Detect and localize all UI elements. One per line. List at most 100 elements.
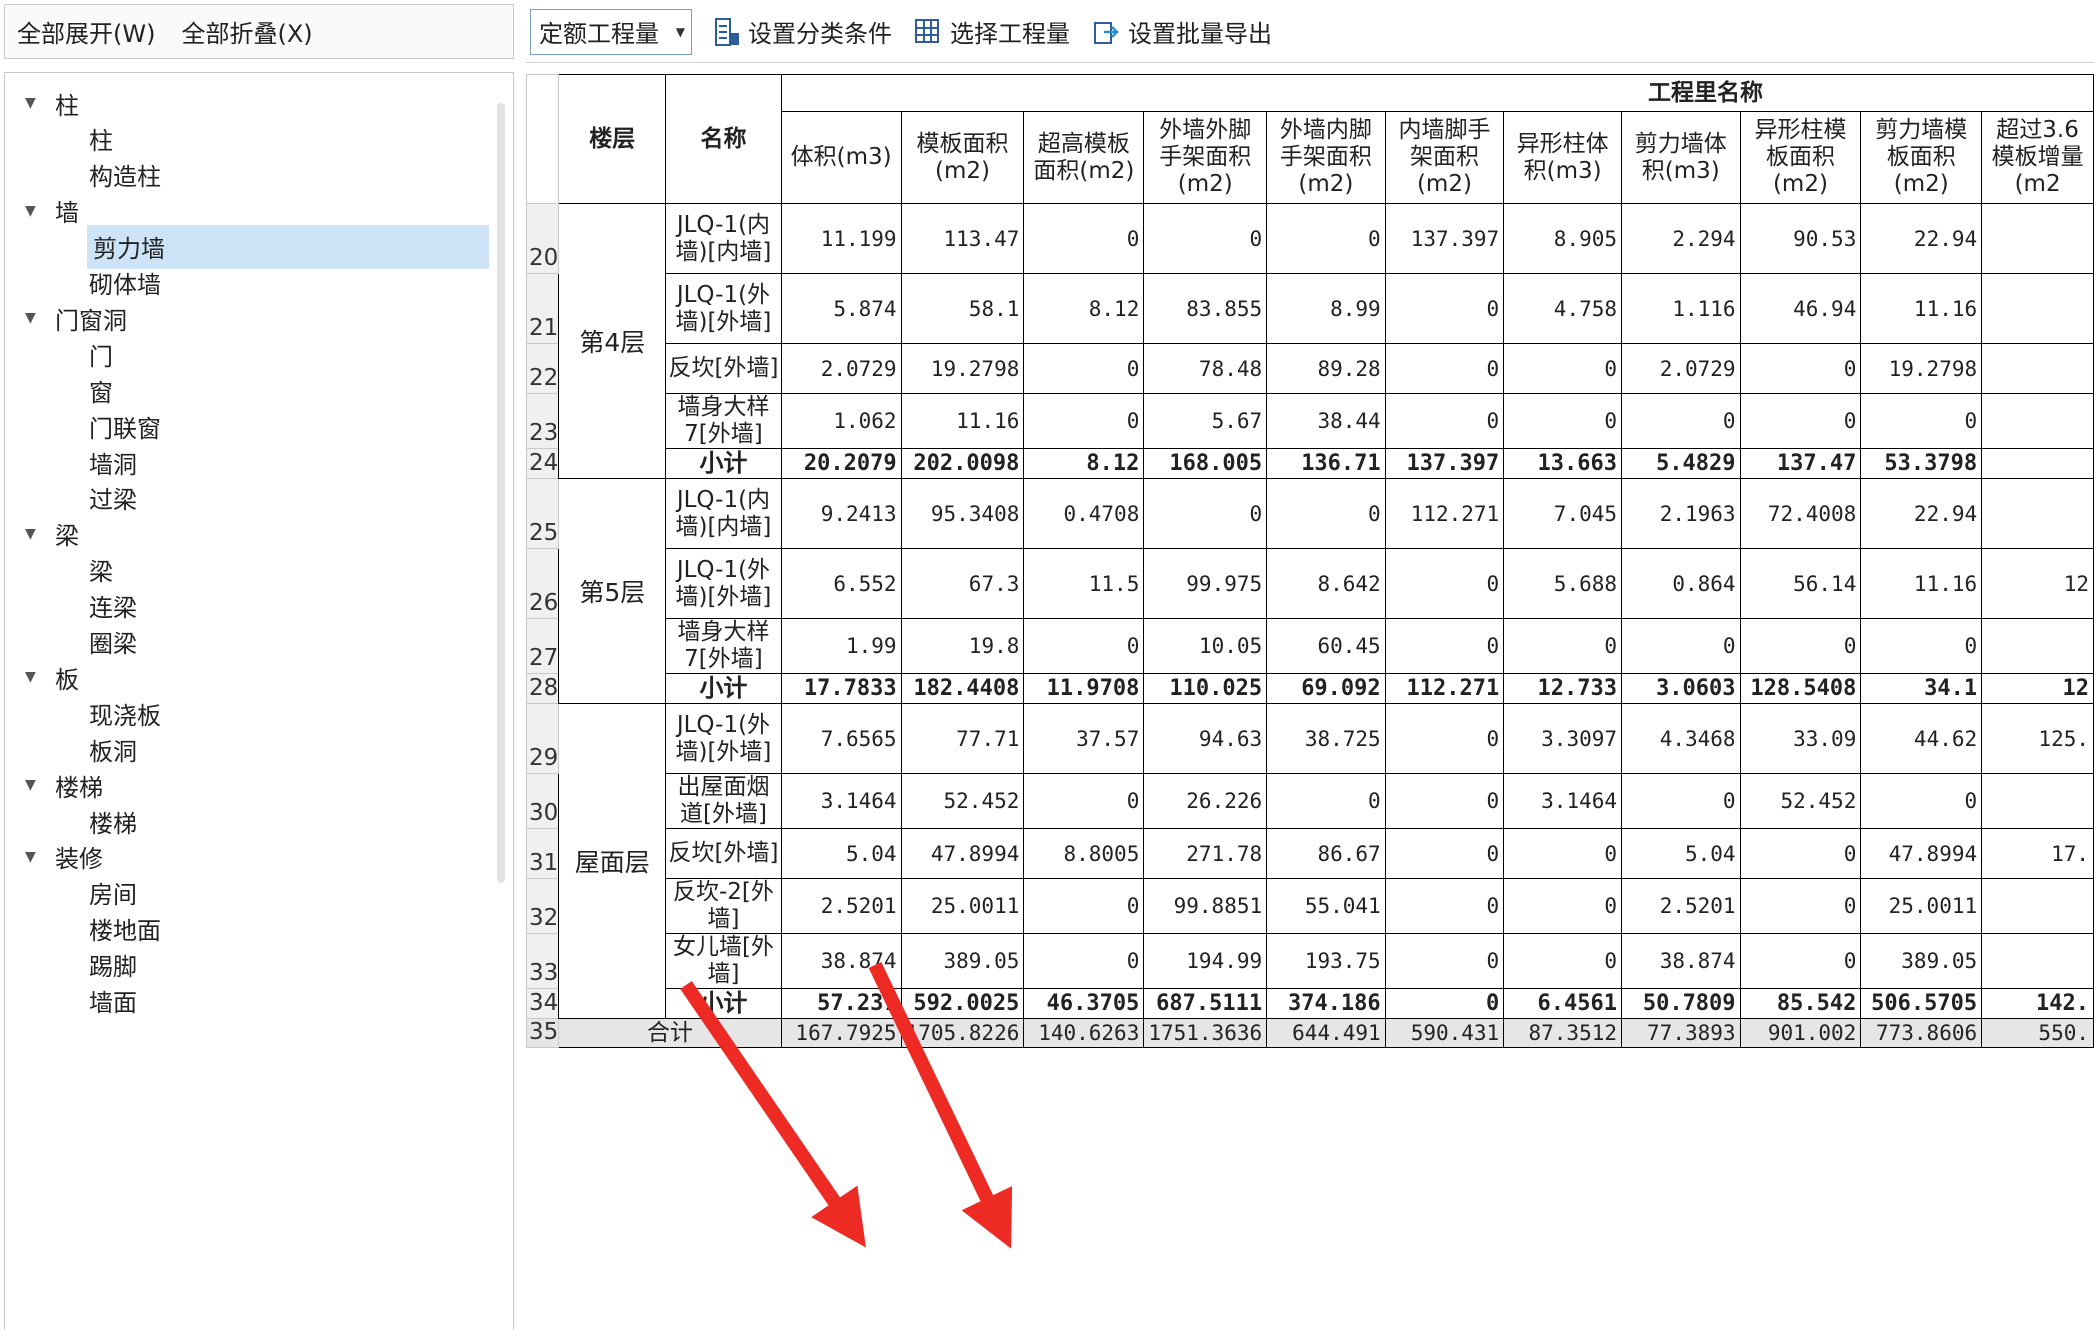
value-cell: 44.62 (1860, 703, 1983, 774)
subtotal-value: 136.71 (1266, 448, 1386, 479)
expand-arrow-icon[interactable]: ▼ (25, 310, 55, 326)
subtotal-value: 0 (1384, 988, 1505, 1019)
value-cell (1981, 273, 2094, 344)
column-header: 体积(m3) (780, 111, 902, 204)
row-number: 29 (526, 703, 560, 774)
table-row[interactable]: 21 JLQ-1(外墙)[外墙] 5.874 58.1 8.12 83.855 8.99 0 4… (526, 273, 2094, 344)
quantity-grid: 楼层 名称 工程里名称 体积(m3) 模板面积(m2) 超高模板面积(m2) 外墙外脚… (526, 74, 2094, 1330)
value-cell: 271.78 (1143, 828, 1268, 879)
row-number: 27 (526, 618, 560, 674)
quantity-type-select[interactable]: 定额工程量 ▼ (530, 8, 692, 55)
subtotal-value: 20.2079 (780, 448, 902, 479)
name-cell: JLQ-1(内墙)[内墙] (665, 203, 782, 274)
value-cell: 3.3097 (1503, 703, 1623, 774)
value-cell: 0.4708 (1023, 478, 1145, 549)
value-cell: 6.552 (780, 548, 902, 619)
table-row[interactable]: 29 屋面层 JLQ-1(外墙)[外墙] 7.6565 77.71 37.57 94.63 3… (526, 703, 2094, 1019)
expand-arrow-icon[interactable]: ▼ (25, 95, 55, 111)
table-row[interactable]: 28 小计 17.7833 182.4408 11.9708 110.025 69.092 1… (526, 673, 2094, 704)
subtotal-value: 506.5705 (1860, 988, 1983, 1019)
tree-label: 砌体墙 (89, 271, 161, 299)
value-cell: 1.99 (780, 618, 902, 674)
value-cell: 389.05 (900, 933, 1025, 989)
tree-label: 墙洞 (89, 450, 137, 479)
tree-label: 楼梯 (89, 809, 137, 838)
value-cell: 193.75 (1266, 933, 1386, 989)
table-row[interactable]: 35 合计 167.7925 1705.8226 140.6263 1751.3636 64… (526, 1018, 2094, 1048)
value-cell: 2.0729 (780, 343, 902, 394)
value-cell: 89.28 (1266, 343, 1386, 394)
value-cell: 0 (1384, 933, 1505, 989)
table-row[interactable]: 31 反坎[外墙] 5.04 47.8994 8.8005 271.78 86.67 0 0 5.… (526, 828, 2094, 879)
table-row[interactable]: 23 墙身大样7[外墙] 1.062 11.16 0 5.67 38.44 0 0 0 0 0 (526, 393, 2094, 449)
value-cell: 137.397 (1384, 203, 1505, 274)
value-cell: 0 (1503, 618, 1623, 674)
total-label: 合计 (558, 1018, 782, 1048)
expand-arrow-icon[interactable]: ▼ (25, 849, 55, 865)
expand-arrow-icon[interactable]: ▼ (25, 526, 55, 542)
value-cell: 0 (1023, 933, 1145, 989)
value-cell: 389.05 (1860, 933, 1983, 989)
subtotal-value: 3.0603 (1621, 673, 1741, 704)
value-cell: 0 (1384, 703, 1505, 774)
tree-scrollbar[interactable] (497, 103, 505, 883)
table-row[interactable]: 33 女儿墙[外墙] 38.874 389.05 0 194.99 193.75 0 0 38.8… (526, 933, 2094, 989)
table-row[interactable]: 22 反坎[外墙] 2.0729 19.2798 0 78.48 89.28 0 0 2.0729… (526, 343, 2094, 394)
batch-export-button[interactable]: 设置批量导出 (1092, 14, 1272, 49)
value-cell: 0 (1503, 393, 1623, 449)
name-cell: 墙身大样7[外墙] (665, 618, 782, 674)
tree-label: 装修 (55, 845, 103, 874)
subtotal-value: 128.5408 (1739, 673, 1862, 704)
value-cell: 55.041 (1266, 878, 1386, 934)
value-cell: 0 (1143, 203, 1268, 274)
table-row[interactable]: 26 JLQ-1(外墙)[外墙] 6.552 67.3 11.5 99.975 8.642 0… (526, 548, 2094, 619)
row-number: 32 (526, 878, 560, 934)
value-cell: 0 (1384, 393, 1505, 449)
tree-label: 连梁 (89, 594, 137, 623)
table-row[interactable]: 24 小计 20.2079 202.0098 8.12 168.005 136.71 137.… (526, 448, 2094, 479)
tree-label: 圈梁 (89, 630, 137, 658)
table-row[interactable]: 27 墙身大样7[外墙] 1.99 19.8 0 10.05 60.45 0 0 0 0 0 (526, 618, 2094, 674)
table-row[interactable]: 30 出屋面烟道[外墙] 3.1464 52.452 0 26.226 0 0 3.1464 0 5… (526, 773, 2094, 829)
value-cell: 2.5201 (780, 878, 902, 934)
value-cell: 0 (1023, 618, 1145, 674)
value-cell: 0 (1860, 773, 1983, 829)
subtotal-value: 137.397 (1384, 448, 1505, 479)
main-toolbar: 定额工程量 ▼ 设置分类条件 选择工程量 设置批量导出 (526, 4, 2094, 59)
expand-arrow-icon[interactable]: ▼ (25, 203, 55, 219)
value-cell: 46.94 (1739, 273, 1862, 344)
table-row[interactable]: 34 小计 57.237 592.0025 46.3705 687.5111 374.186… (526, 988, 2094, 1019)
set-classify-label: 设置分类条件 (748, 20, 892, 48)
value-cell: 0 (1023, 878, 1145, 934)
set-classify-button[interactable]: 设置分类条件 (714, 14, 892, 49)
subtotal-label: 小计 (665, 988, 782, 1019)
value-cell: 38.44 (1266, 393, 1386, 449)
expand-arrow-icon[interactable]: ▼ (25, 669, 55, 685)
tree-item[interactable]: 墙面 (5, 979, 489, 1023)
value-cell: 0 (1739, 343, 1862, 394)
table-row[interactable]: 20 第4层 JLQ-1(内墙)[内墙] 11.199 113.47 0 0 0 137.397… (526, 203, 2094, 479)
value-cell: 3.1464 (780, 773, 902, 829)
value-cell: 11.16 (900, 393, 1025, 449)
row-number: 24 (526, 448, 560, 479)
row-number: 35 (526, 1018, 560, 1048)
value-cell: 94.63 (1143, 703, 1268, 774)
tree-label: 板洞 (89, 737, 137, 766)
value-cell: 26.226 (1143, 773, 1268, 829)
collapse-all-button[interactable]: 全部折叠(X) (181, 14, 312, 49)
subtotal-value: 69.092 (1266, 673, 1386, 704)
tree-label: 过梁 (89, 486, 137, 515)
tree-label: 楼地面 (89, 917, 161, 946)
table-row[interactable]: 32 反坎-2[外墙] 2.5201 25.0011 0 99.8851 55.041 0 0 2… (526, 878, 2094, 934)
value-cell: 2.1963 (1621, 478, 1741, 549)
choose-quantity-button[interactable]: 选择工程量 (914, 14, 1070, 49)
value-cell: 17. (1981, 828, 2094, 879)
expand-arrow-icon[interactable]: ▼ (25, 777, 55, 793)
tree-label: 墙面 (89, 989, 137, 1017)
tree-label: 剪力墙 (93, 235, 165, 264)
expand-all-button[interactable]: 全部展开(W) (17, 14, 155, 49)
table-row[interactable]: 25 第5层 JLQ-1(内墙)[内墙] 9.2413 95.3408 0.4708 0 0 1… (526, 478, 2094, 704)
value-cell: 11.16 (1860, 548, 1983, 619)
value-cell: 194.99 (1143, 933, 1268, 989)
value-cell: 11.5 (1023, 548, 1145, 619)
